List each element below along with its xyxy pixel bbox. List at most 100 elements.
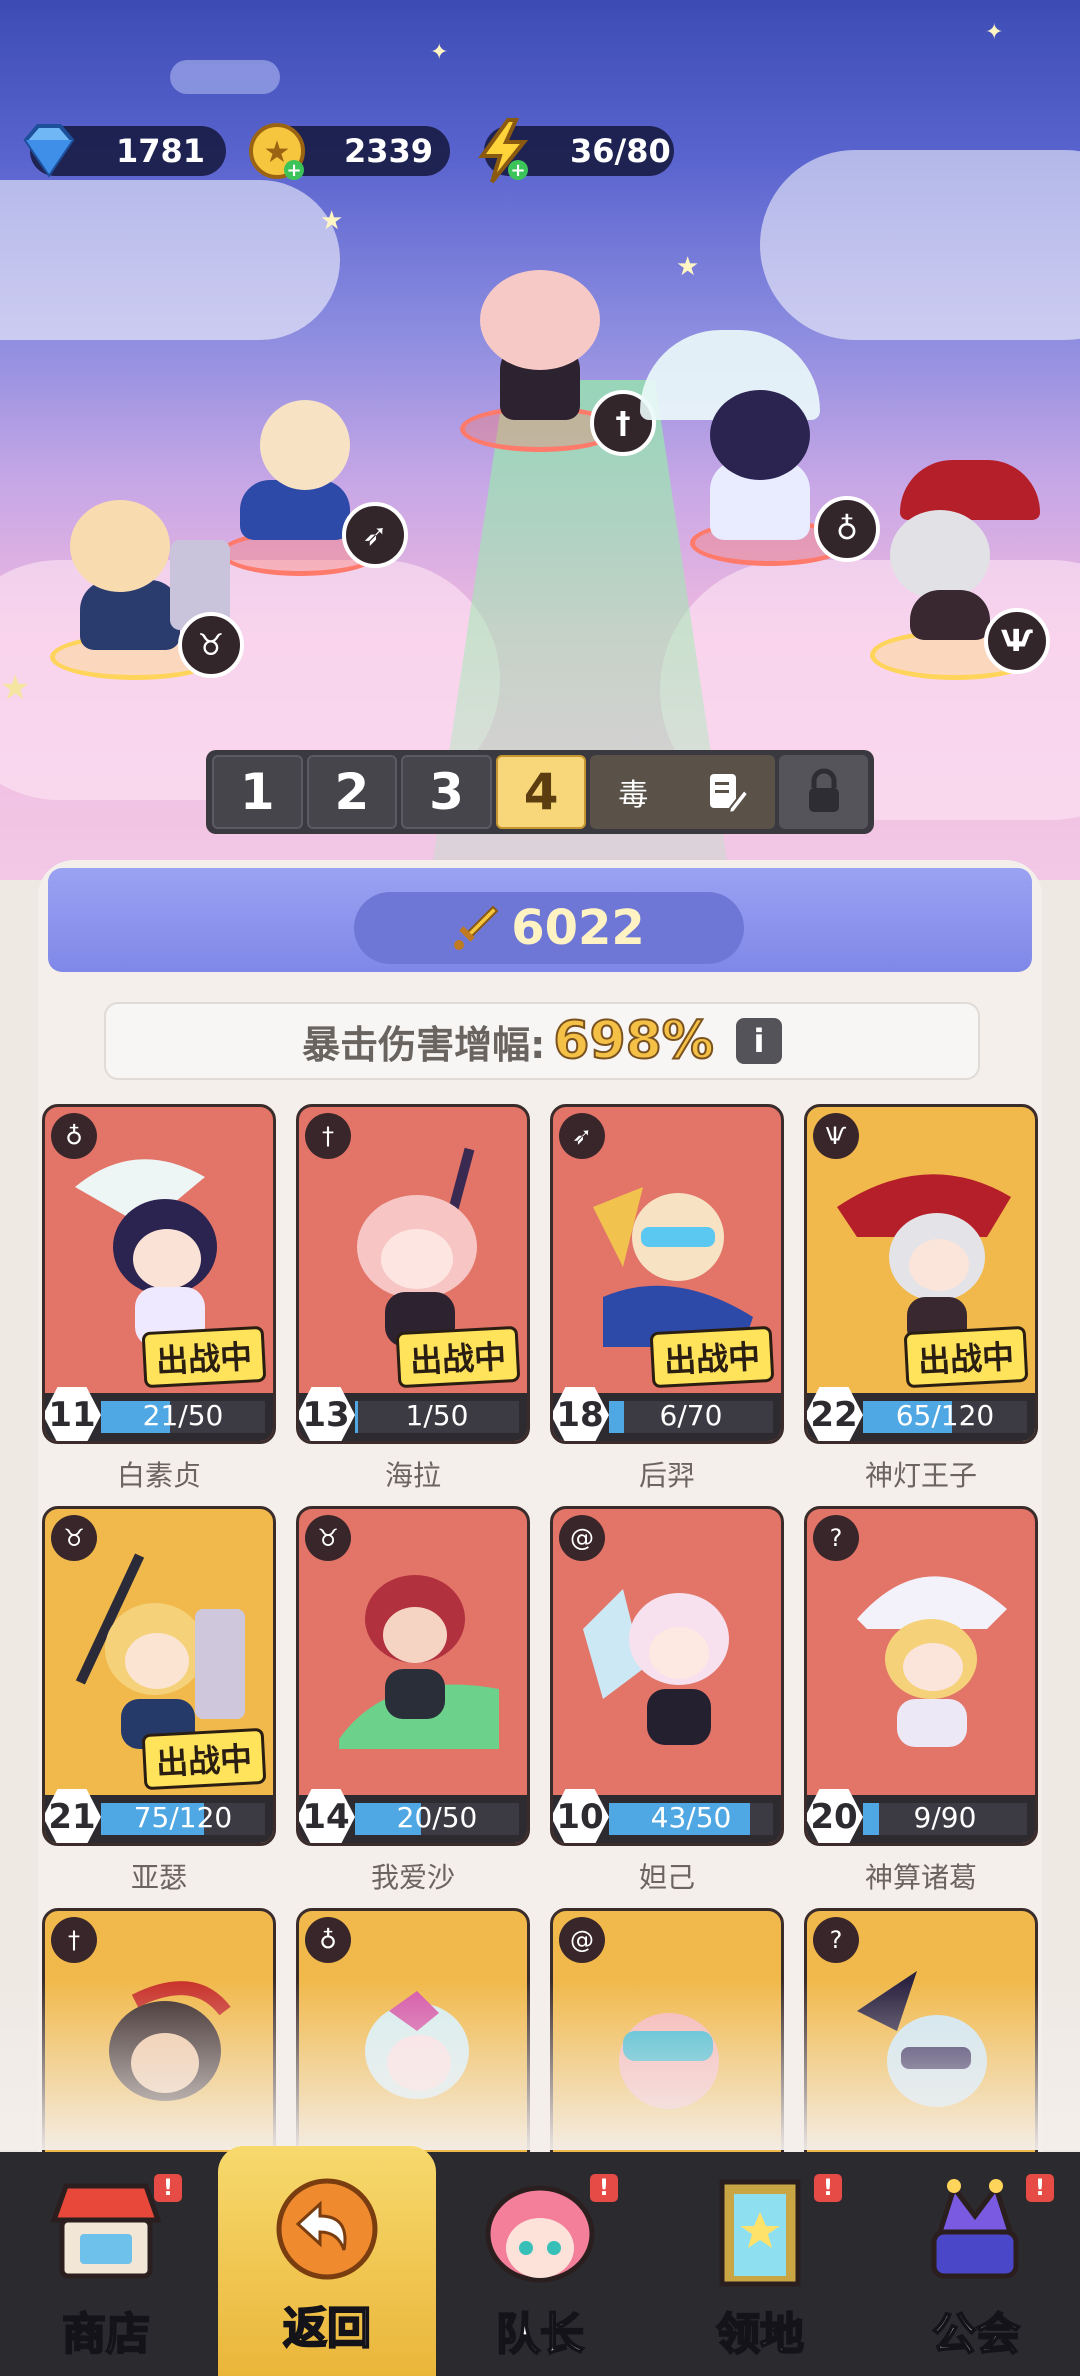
battle-scene: ✦ ✦ ★ ★ ★ 1781 ★ + 2339 + 36/80 † ➶ ♉ ♁ … [0,0,1080,880]
hero-portrait [857,1576,1007,1747]
lightning-icon: + [478,118,529,184]
hero-portrait [837,1174,1011,1347]
star-icon: ★ [320,206,344,236]
hero-portrait [583,1589,729,1745]
tab-lineup-3[interactable]: 3 [401,755,492,829]
hero-genie-scene[interactable]: Ѱ [860,440,1070,680]
captain-icon [485,2185,595,2283]
nav-back[interactable]: 返回 [218,2146,436,2376]
hero-name: 白素贞 [116,1459,201,1492]
nav-captain-label: 队长 [495,2308,585,2361]
lineup-name-field[interactable]: 毒 [590,755,776,829]
hero-head [70,500,170,592]
diamond-icon [23,124,75,178]
svg-text:+: + [510,160,525,181]
hero-head [480,270,600,370]
hero-head [260,400,350,490]
tab-locked[interactable] [779,755,869,829]
hero-name: 后羿 [638,1459,695,1492]
hero-hela-scene[interactable]: † [440,230,656,456]
gems-counter[interactable]: 1781 [23,124,226,178]
edit-icon[interactable] [704,770,748,814]
hero-portrait [339,1575,499,1749]
lineup-tabs: 1 2 3 4 毒 [206,750,874,834]
hero-name: 亚瑟 [130,1861,187,1894]
wings-class-icon: Ѱ [984,608,1050,674]
door-icon [719,2179,801,2287]
exp-text: 1/50 [405,1399,469,1432]
power-header: 6022 [48,868,1032,972]
nav-back-label: 返回 [282,2302,372,2355]
hero-portrait [357,1147,477,1347]
coins-counter[interactable]: ★ + 2339 [249,123,450,181]
hero-name: 妲己 [638,1861,695,1894]
exp-text: 6/70 [659,1399,723,1432]
cloud [0,180,340,340]
hero-card[interactable]: ➶ 出战中 6/70 18 [550,1104,784,1444]
hero-baisuzhen-scene[interactable]: ♁ [640,330,880,570]
nav-territory[interactable]: ! 领地 [660,2152,860,2376]
team-power: 6022 [354,892,744,964]
lineup-name: 毒 [618,778,649,813]
hero-name: 我爱沙 [370,1861,455,1894]
hero-portrait [75,1553,245,1749]
energy-counter[interactable]: + 36/80 [478,118,674,184]
hero-name: 神灯王子 [864,1459,977,1492]
gems-value: 1781 [116,132,206,170]
bottom-nav: ! 商店 返回 ! 队长 ! 领地 ! 公会 [0,2146,1080,2376]
horns-class-icon: ♉ [178,612,244,678]
nav-territory-label: 领地 [715,2308,805,2361]
hero-card[interactable]: ♉ 20/50 14 [296,1506,530,1846]
energy-value: 36/80 [570,132,671,170]
nav-shop[interactable]: ! 商店 [6,2152,206,2376]
sword-icon [454,905,499,950]
info-icon[interactable]: i [735,1018,782,1064]
deployed-badge: 出战中 [141,1727,267,1791]
exp-text: 43/50 [650,1801,732,1834]
coins-value: 2339 [344,132,434,170]
hero-arthur-scene[interactable]: ♉ [20,480,244,680]
deployed-badge: 出战中 [395,1325,521,1389]
exp-text: 21/50 [142,1399,224,1432]
notification-badge: ! [154,2174,182,2202]
hero-head [710,390,810,480]
star-icon: ★ [676,252,700,282]
tab-lineup-4[interactable]: 4 [495,755,587,829]
hero-card[interactable]: ♉ 出战中 75/120 21 [42,1506,276,1846]
hero-body [910,590,990,640]
hero-card[interactable]: @ 43/50 10 [550,1506,784,1846]
power-value: 6022 [511,900,645,956]
exp-text: 65/120 [895,1399,995,1432]
hero-head [890,510,990,600]
hero-portrait [75,1159,217,1347]
hero-name: 海拉 [384,1459,441,1492]
exp-text: 20/50 [396,1801,478,1834]
back-icon [276,2178,378,2280]
notification-badge: ! [814,2174,842,2202]
cloud [760,150,1080,340]
star-icon: ✦ [985,20,1004,45]
scroll-fade [0,1980,1080,2150]
nav-guild[interactable]: ! 公会 [876,2152,1076,2376]
hero-name: 神算诸葛 [864,1861,977,1894]
nav-guild-label: 公会 [931,2308,1021,2361]
crit-label: 暴击伤害增幅: [302,1022,546,1067]
hero-card[interactable]: Ѱ 出战中 65/120 22 [804,1104,1038,1444]
crit-damage-row: 暴击伤害增幅: 698% i [104,1002,980,1080]
deployed-badge: 出战中 [903,1325,1029,1389]
notification-badge: ! [590,2174,618,2202]
exp-text: 75/120 [133,1801,233,1834]
notification-badge: ! [1026,2174,1054,2202]
hero-card[interactable]: ? 9/90 20 [804,1506,1038,1846]
guild-icon [931,2179,1019,2279]
exp-text: 9/90 [913,1801,977,1834]
tab-lineup-2[interactable]: 2 [306,755,398,829]
hero-card[interactable]: † 出战中 1/50 13 [296,1104,530,1444]
crit-value: 698% [552,1010,715,1072]
hero-portrait [593,1187,753,1347]
hero-card[interactable]: ♁ 出战中 21/50 11 [42,1104,276,1444]
tab-lineup-1[interactable]: 1 [212,755,303,829]
deployed-badge: 出战中 [141,1325,267,1389]
cloud [170,60,280,94]
nav-captain[interactable]: ! 队长 [440,2152,640,2376]
